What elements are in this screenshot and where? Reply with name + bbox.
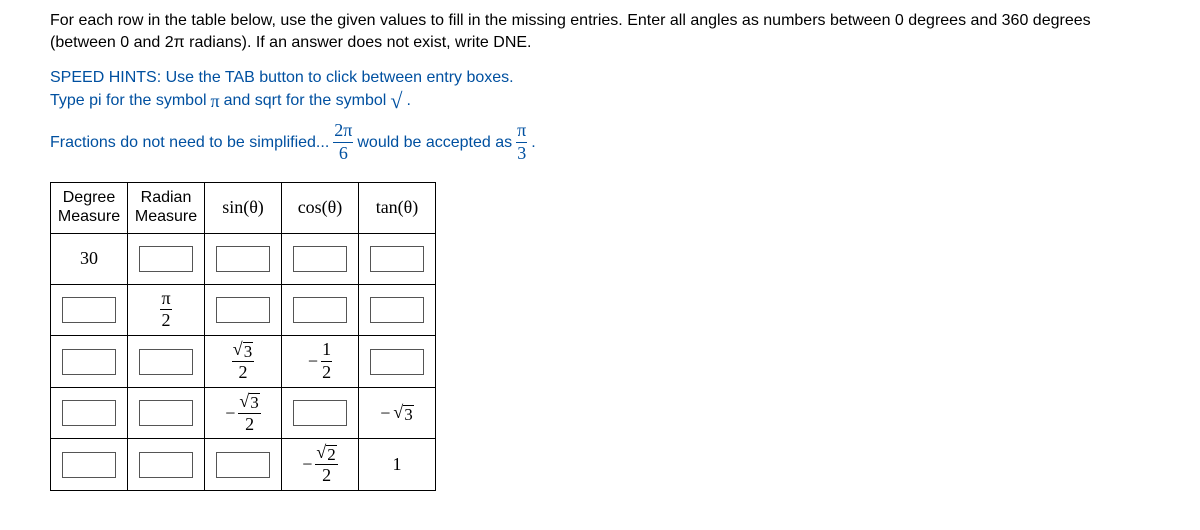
r5-degree[interactable]: [51, 439, 128, 491]
denominator: 3: [516, 144, 527, 164]
r5-radian-input[interactable]: [139, 452, 193, 478]
hint-text: Fractions do not need to be simplified..…: [50, 132, 329, 154]
r1-radian[interactable]: [128, 233, 205, 284]
r2-tan-input[interactable]: [370, 297, 424, 323]
hint-line-3: Fractions do not need to be simplified..…: [50, 121, 1150, 164]
r5-degree-input[interactable]: [62, 452, 116, 478]
r5-sin[interactable]: [205, 439, 282, 491]
r1-radian-input[interactable]: [139, 246, 193, 272]
trig-table: DegreeMeasure RadianMeasure sin(θ) cos(θ…: [50, 182, 436, 491]
r2-sin-input[interactable]: [216, 297, 270, 323]
fraction-pi-3: π 3: [516, 121, 527, 164]
r5-radian[interactable]: [128, 439, 205, 491]
r2-sin[interactable]: [205, 284, 282, 336]
instructions-text: For each row in the table below, use the…: [50, 10, 1150, 53]
speed-hints: SPEED HINTS: Use the TAB button to click…: [50, 67, 1150, 163]
r3-radian[interactable]: [128, 336, 205, 388]
r1-degree: 30: [51, 233, 128, 284]
r4-tan: − √3: [359, 387, 436, 439]
hint-text: Type pi for the symbol: [50, 90, 207, 112]
r4-cos[interactable]: [282, 387, 359, 439]
r4-radian-input[interactable]: [139, 400, 193, 426]
r5-tan: 1: [359, 439, 436, 491]
sqrt-symbol: √: [390, 90, 402, 112]
r3-degree[interactable]: [51, 336, 128, 388]
r2-radian: π 2: [128, 284, 205, 336]
header-sin: sin(θ): [205, 182, 282, 233]
r4-radian[interactable]: [128, 387, 205, 439]
r3-tan[interactable]: [359, 336, 436, 388]
numerator: π: [160, 289, 171, 309]
r1-tan-input[interactable]: [370, 246, 424, 272]
r2-degree-input[interactable]: [62, 297, 116, 323]
denominator: 2: [161, 311, 172, 331]
r5-cos: − √2 2: [282, 439, 359, 491]
denominator: 6: [338, 144, 349, 164]
numerator: 2π: [333, 121, 353, 141]
hint-line-2: Type pi for the symbol π and sqrt for th…: [50, 89, 1150, 113]
r2-cos[interactable]: [282, 284, 359, 336]
r3-degree-input[interactable]: [62, 349, 116, 375]
r3-radian-input[interactable]: [139, 349, 193, 375]
r4-degree-input[interactable]: [62, 400, 116, 426]
r4-sin: − √3 2: [205, 387, 282, 439]
pi-symbol: π: [211, 89, 220, 113]
r4-cos-input[interactable]: [293, 400, 347, 426]
hint-text: would be accepted as: [357, 132, 512, 154]
hint-text: .: [531, 132, 535, 154]
r3-tan-input[interactable]: [370, 349, 424, 375]
r1-cos-input[interactable]: [293, 246, 347, 272]
r2-cos-input[interactable]: [293, 297, 347, 323]
r1-cos[interactable]: [282, 233, 359, 284]
r3-cos: − 1 2: [282, 336, 359, 388]
r4-degree[interactable]: [51, 387, 128, 439]
hint-line-1: SPEED HINTS: Use the TAB button to click…: [50, 67, 1150, 89]
header-degree: DegreeMeasure: [51, 182, 128, 233]
fraction-2pi-6: 2π 6: [333, 121, 353, 164]
hint-text: and sqrt for the symbol: [224, 90, 387, 112]
r1-tan[interactable]: [359, 233, 436, 284]
hint-text: .: [406, 90, 410, 112]
r5-sin-input[interactable]: [216, 452, 270, 478]
r1-sin[interactable]: [205, 233, 282, 284]
r1-sin-input[interactable]: [216, 246, 270, 272]
r2-degree[interactable]: [51, 284, 128, 336]
header-radian: RadianMeasure: [128, 182, 205, 233]
r2-tan[interactable]: [359, 284, 436, 336]
r3-sin: √3 2: [205, 336, 282, 388]
numerator: π: [516, 121, 527, 141]
header-tan: tan(θ): [359, 182, 436, 233]
header-cos: cos(θ): [282, 182, 359, 233]
